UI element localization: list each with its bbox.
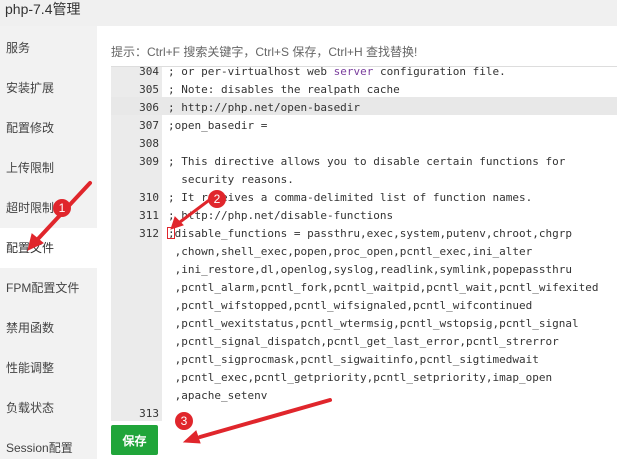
annotation-arrow-2 <box>178 196 214 224</box>
annotation-badge-3: 3 <box>175 412 193 430</box>
annotation-arrowhead-3 <box>182 430 201 444</box>
annotation-arrows <box>27 181 332 444</box>
annotation-badge-2: 2 <box>208 190 226 208</box>
annotation-arrowhead-2 <box>170 216 184 230</box>
annotation-badge-1: 1 <box>53 199 71 217</box>
annotation-arrow-3 <box>198 398 332 439</box>
